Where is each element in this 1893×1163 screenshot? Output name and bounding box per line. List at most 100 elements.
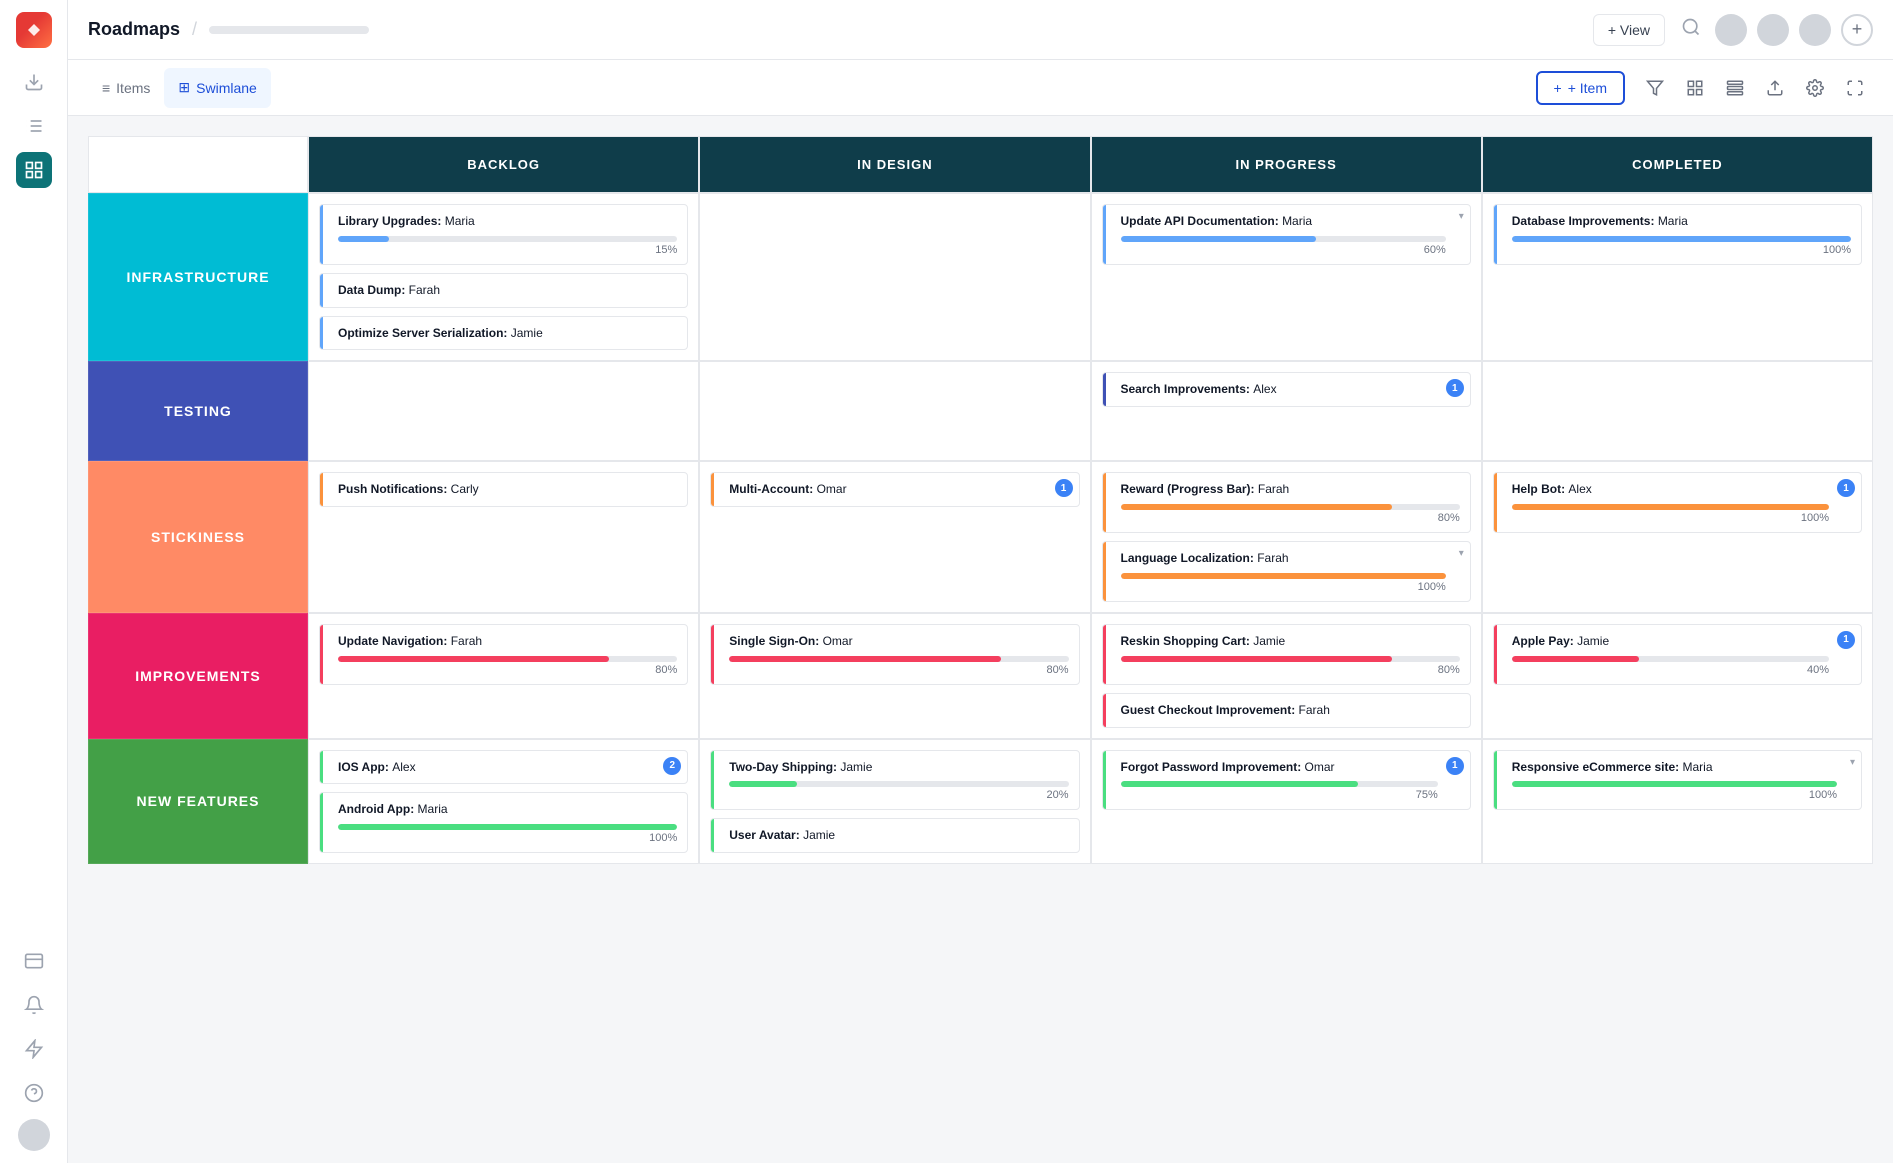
card-title: Push Notifications: Carly xyxy=(338,481,677,498)
add-item-button[interactable]: + + Item xyxy=(1536,71,1625,105)
progress-bg xyxy=(1512,781,1837,787)
fullscreen-icon-btn[interactable] xyxy=(1837,70,1873,106)
progress-label: 40% xyxy=(1512,664,1829,676)
progress-fill xyxy=(1512,236,1851,242)
cell-stickiness-indesign: 1 Multi-Account: Omar xyxy=(699,461,1090,613)
progress-bg xyxy=(1512,656,1829,662)
progress-label: 100% xyxy=(1512,789,1837,801)
add-item-label: + Item xyxy=(1568,80,1607,96)
user-avatar-1[interactable] xyxy=(1715,14,1747,46)
card-apple-pay[interactable]: 1 Apple Pay: Jamie 40% xyxy=(1493,624,1862,685)
card-update-api[interactable]: ▾ Update API Documentation: Maria 60% xyxy=(1102,204,1471,265)
card-multi-account[interactable]: 1 Multi-Account: Omar xyxy=(710,472,1079,507)
card-ios-app[interactable]: 2 IOS App: Alex xyxy=(319,750,688,785)
card-library-upgrades[interactable]: Library Upgrades: Maria 15% xyxy=(319,204,688,265)
cell-stickiness-completed: 1 Help Bot: Alex 100% xyxy=(1482,461,1873,613)
group-icon-btn[interactable] xyxy=(1717,70,1753,106)
card-assignee: Maria xyxy=(1683,760,1713,774)
cell-improvements-inprogress: Reskin Shopping Cart: Jamie 80% Guest Ch… xyxy=(1091,613,1482,739)
card-assignee: Farah xyxy=(451,634,482,648)
card-assignee: Maria xyxy=(1282,214,1312,228)
card-title: Database Improvements: Maria xyxy=(1512,213,1851,230)
progress-label: 80% xyxy=(1121,512,1460,524)
col-header-completed: COMPLETED xyxy=(1482,136,1873,193)
card-assignee: Farah xyxy=(1257,551,1288,565)
sidebar-bell-icon[interactable] xyxy=(16,987,52,1023)
card-responsive-ecommerce[interactable]: ▾ Responsive eCommerce site: Maria 100% xyxy=(1493,750,1862,811)
add-user-button[interactable]: + xyxy=(1841,14,1873,46)
export-icon-btn[interactable] xyxy=(1757,70,1793,106)
progress-bg xyxy=(1121,504,1460,510)
sidebar-help-icon[interactable] xyxy=(16,1075,52,1111)
progress-bg xyxy=(338,656,677,662)
user-avatar-2[interactable] xyxy=(1757,14,1789,46)
card-badge: 1 xyxy=(1837,479,1855,497)
breadcrumb xyxy=(209,26,369,34)
settings-icon-btn[interactable] xyxy=(1797,70,1833,106)
row-label-stickiness: STICKINESS xyxy=(88,461,308,613)
sidebar-user-avatar[interactable] xyxy=(18,1119,50,1151)
row-label-improvements: IMPROVEMENTS xyxy=(88,613,308,739)
card-title: User Avatar: Jamie xyxy=(729,827,1068,844)
card-reward-progress[interactable]: Reward (Progress Bar): Farah 80% xyxy=(1102,472,1471,533)
progress-fill xyxy=(338,824,677,830)
card-forgot-password[interactable]: 1 Forgot Password Improvement: Omar 75% xyxy=(1102,750,1471,811)
filter-icon-btn[interactable] xyxy=(1637,70,1673,106)
card-android-app[interactable]: Android App: Maria 100% xyxy=(319,792,688,853)
card-update-navigation[interactable]: Update Navigation: Farah 80% xyxy=(319,624,688,685)
sidebar-list-icon[interactable] xyxy=(16,108,52,144)
progress-bg xyxy=(729,781,1068,787)
card-two-day-shipping[interactable]: Two-Day Shipping: Jamie 20% xyxy=(710,750,1079,811)
add-view-button[interactable]: + View xyxy=(1593,14,1665,46)
progress-label: 100% xyxy=(338,832,677,844)
tab-swimlane[interactable]: ⊞ Swimlane xyxy=(164,68,270,108)
card-assignee: Omar xyxy=(823,634,853,648)
tab-items[interactable]: ≡ Items xyxy=(88,68,164,108)
card-optimize-server[interactable]: Optimize Server Serialization: Jamie xyxy=(319,316,688,351)
progress-fill xyxy=(729,781,797,787)
card-database-improvements[interactable]: Database Improvements: Maria 100% xyxy=(1493,204,1862,265)
card-data-dump[interactable]: Data Dump: Farah xyxy=(319,273,688,308)
card-help-bot[interactable]: 1 Help Bot: Alex 100% xyxy=(1493,472,1862,533)
dropdown-icon: ▾ xyxy=(1459,211,1464,222)
progress-label: 15% xyxy=(338,244,677,256)
cell-infrastructure-inprogress: ▾ Update API Documentation: Maria 60% xyxy=(1091,193,1482,361)
card-badge: 1 xyxy=(1055,479,1073,497)
user-avatar-3[interactable] xyxy=(1799,14,1831,46)
progress-bg xyxy=(1512,504,1829,510)
card-title: Update Navigation: Farah xyxy=(338,633,677,650)
card-language-localization[interactable]: ▾ Language Localization: Farah 100% xyxy=(1102,541,1471,602)
card-assignee: Jamie xyxy=(1577,634,1609,648)
card-title: Data Dump: Farah xyxy=(338,282,677,299)
card-badge: 2 xyxy=(663,757,681,775)
cell-infrastructure-indesign xyxy=(699,193,1090,361)
sidebar-download-icon[interactable] xyxy=(16,64,52,100)
card-search-improvements[interactable]: 1 Search Improvements: Alex xyxy=(1102,372,1471,407)
app-logo xyxy=(16,12,52,48)
card-title: Single Sign-On: Omar xyxy=(729,633,1068,650)
col-header-inprogress: IN PROGRESS xyxy=(1091,136,1482,193)
card-single-sign-on[interactable]: Single Sign-On: Omar 80% xyxy=(710,624,1079,685)
toolbar: ≡ Items ⊞ Swimlane + + Item xyxy=(68,60,1893,116)
card-title: Guest Checkout Improvement: Farah xyxy=(1121,702,1460,719)
items-tab-label: Items xyxy=(116,80,150,96)
card-reskin-shopping-cart[interactable]: Reskin Shopping Cart: Jamie 80% xyxy=(1102,624,1471,685)
sidebar-contact-icon[interactable] xyxy=(16,943,52,979)
card-assignee: Jamie xyxy=(1253,634,1285,648)
progress-bg xyxy=(1121,781,1438,787)
sidebar-roadmap-icon[interactable] xyxy=(16,152,52,188)
cell-testing-completed xyxy=(1482,361,1873,461)
card-badge: 1 xyxy=(1837,631,1855,649)
card-badge: 1 xyxy=(1446,757,1464,775)
layout-icon-btn[interactable] xyxy=(1677,70,1713,106)
card-guest-checkout[interactable]: Guest Checkout Improvement: Farah xyxy=(1102,693,1471,728)
sidebar-bolt-icon[interactable] xyxy=(16,1031,52,1067)
search-icon[interactable] xyxy=(1677,13,1705,46)
progress-bg xyxy=(1121,573,1446,579)
card-push-notifications[interactable]: Push Notifications: Carly xyxy=(319,472,688,507)
card-user-avatar[interactable]: User Avatar: Jamie xyxy=(710,818,1079,853)
progress-fill xyxy=(1121,236,1316,242)
progress-fill xyxy=(1121,781,1359,787)
progress-label: 100% xyxy=(1512,244,1851,256)
card-title: Update API Documentation: Maria xyxy=(1121,213,1446,230)
